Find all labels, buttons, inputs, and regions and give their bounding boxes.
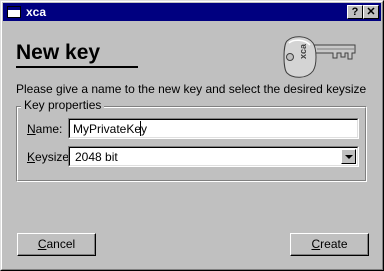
dialog-window: xca ? ✕ New key xca Please give a name t… xyxy=(0,0,384,271)
keysize-selected-value: 2048 bit xyxy=(75,150,118,164)
key-icon: xca xyxy=(283,36,356,78)
keysize-label: Keysize xyxy=(27,150,70,164)
group-label: Key properties xyxy=(21,98,105,112)
cancel-button[interactable]: Cancel xyxy=(17,233,96,256)
name-field-value: MyPrivateKey xyxy=(73,122,148,136)
instructions-text: Please give a name to the new key and se… xyxy=(16,82,367,96)
app-window-icon xyxy=(7,6,21,18)
keysize-select[interactable]: 2048 bit xyxy=(68,146,359,167)
create-button[interactable]: Create xyxy=(290,233,369,256)
text-caret xyxy=(140,121,141,136)
help-button[interactable]: ? xyxy=(347,5,363,19)
page-title: New key xyxy=(16,41,101,64)
close-button[interactable]: ✕ xyxy=(363,5,379,19)
key-engraving: xca xyxy=(298,43,308,59)
name-label: Name: xyxy=(27,122,63,136)
chevron-down-icon[interactable] xyxy=(341,149,356,164)
window-title: xca xyxy=(26,5,47,19)
name-field[interactable]: MyPrivateKey xyxy=(68,118,359,139)
title-bar[interactable]: xca ? ✕ xyxy=(3,3,381,21)
title-underline xyxy=(16,66,138,68)
